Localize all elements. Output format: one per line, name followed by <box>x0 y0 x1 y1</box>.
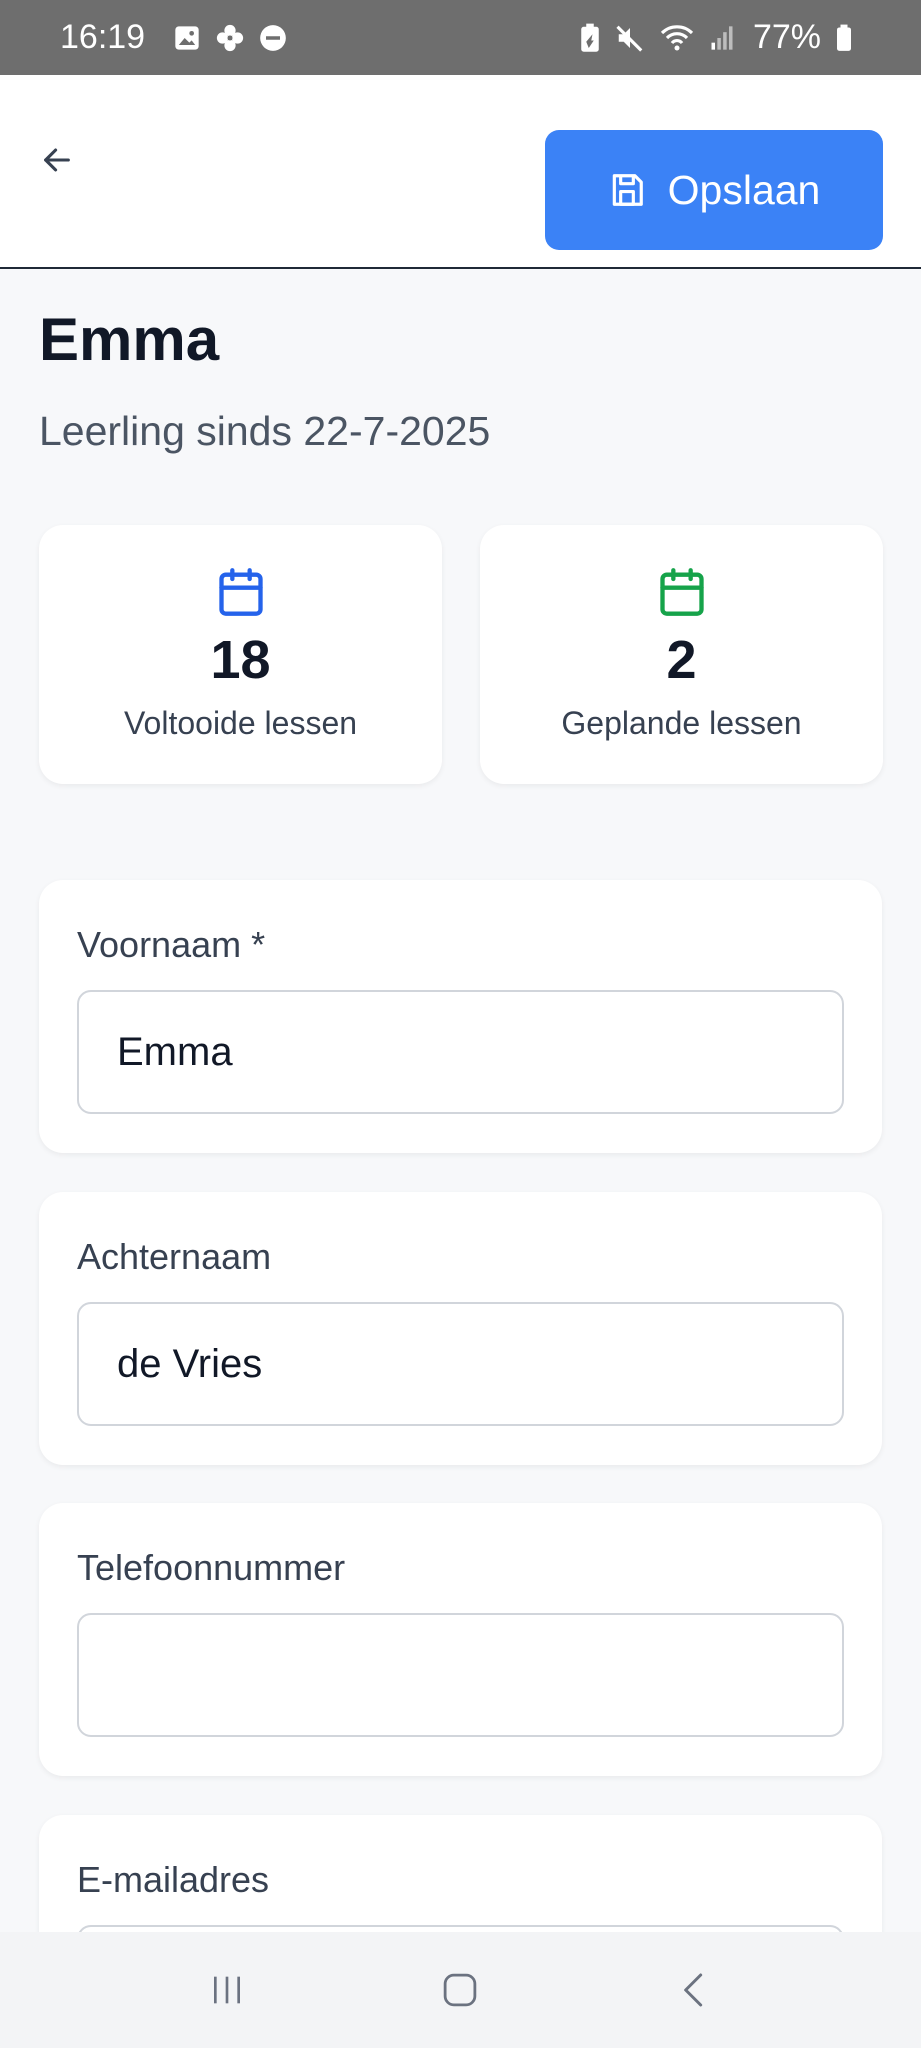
stat-card-planned-lessons: 2 Geplande lessen <box>480 525 883 784</box>
stat-value: 2 <box>666 630 697 690</box>
first-name-label: Voornaam * <box>77 924 266 965</box>
last-name-label: Achternaam <box>77 1236 272 1277</box>
home-icon <box>444 1973 477 2007</box>
last-name-input[interactable] <box>77 1302 844 1426</box>
first-name-card: Voornaam * <box>39 880 882 1153</box>
page-title: Emma <box>39 306 220 373</box>
home-button[interactable] <box>400 1950 520 2030</box>
battery-icon <box>835 24 853 52</box>
recent-apps-icon <box>213 1976 240 2004</box>
stat-label: Voltooide lessen <box>123 705 358 741</box>
system-nav-bar <box>0 1932 921 2048</box>
email-label: E-mailadres <box>77 1859 270 1900</box>
arrow-left-icon <box>44 148 70 172</box>
calendar-icon <box>218 568 263 616</box>
last-name-card: Achternaam <box>39 1192 882 1465</box>
image-icon <box>173 24 201 52</box>
save-label: Opslaan <box>667 166 821 213</box>
calendar-icon <box>659 568 704 616</box>
battery-percent: 77% <box>752 18 821 56</box>
stat-card-completed-lessons: 18 Voltooide lessen <box>39 525 442 784</box>
back-icon <box>684 1973 703 2007</box>
mute-icon <box>615 23 645 53</box>
app-header: Opslaan <box>0 75 921 269</box>
save-button[interactable]: Opslaan <box>545 130 883 250</box>
status-bar-right: 77% <box>579 18 853 57</box>
status-bar: 16:19 77% <box>0 0 921 75</box>
signal-icon <box>709 24 735 52</box>
recent-apps-button[interactable] <box>167 1950 287 2030</box>
first-name-input[interactable] <box>77 990 844 1114</box>
stat-label: Geplande lessen <box>561 705 802 741</box>
do-not-disturb-icon <box>259 24 287 52</box>
student-since: Leerling sinds 22-7-2025 <box>39 408 491 454</box>
back-button[interactable] <box>30 133 84 187</box>
phone-label: Telefoonnummer <box>77 1547 346 1588</box>
phone-input[interactable] <box>77 1613 844 1737</box>
floppy-disk-icon <box>612 174 643 206</box>
stat-value: 18 <box>210 630 271 690</box>
screen: 16:19 77% Opslaan Emma Leerling sinds 22… <box>0 0 921 2048</box>
wifi-icon <box>659 23 695 53</box>
phone-card: Telefoonnummer <box>39 1503 882 1776</box>
status-time: 16:19 <box>60 18 146 56</box>
nav-back-button[interactable] <box>634 1950 754 2030</box>
pinwheel-icon <box>215 23 245 53</box>
status-bar-left: 16:19 <box>60 18 287 57</box>
battery-saver-icon <box>579 23 601 53</box>
